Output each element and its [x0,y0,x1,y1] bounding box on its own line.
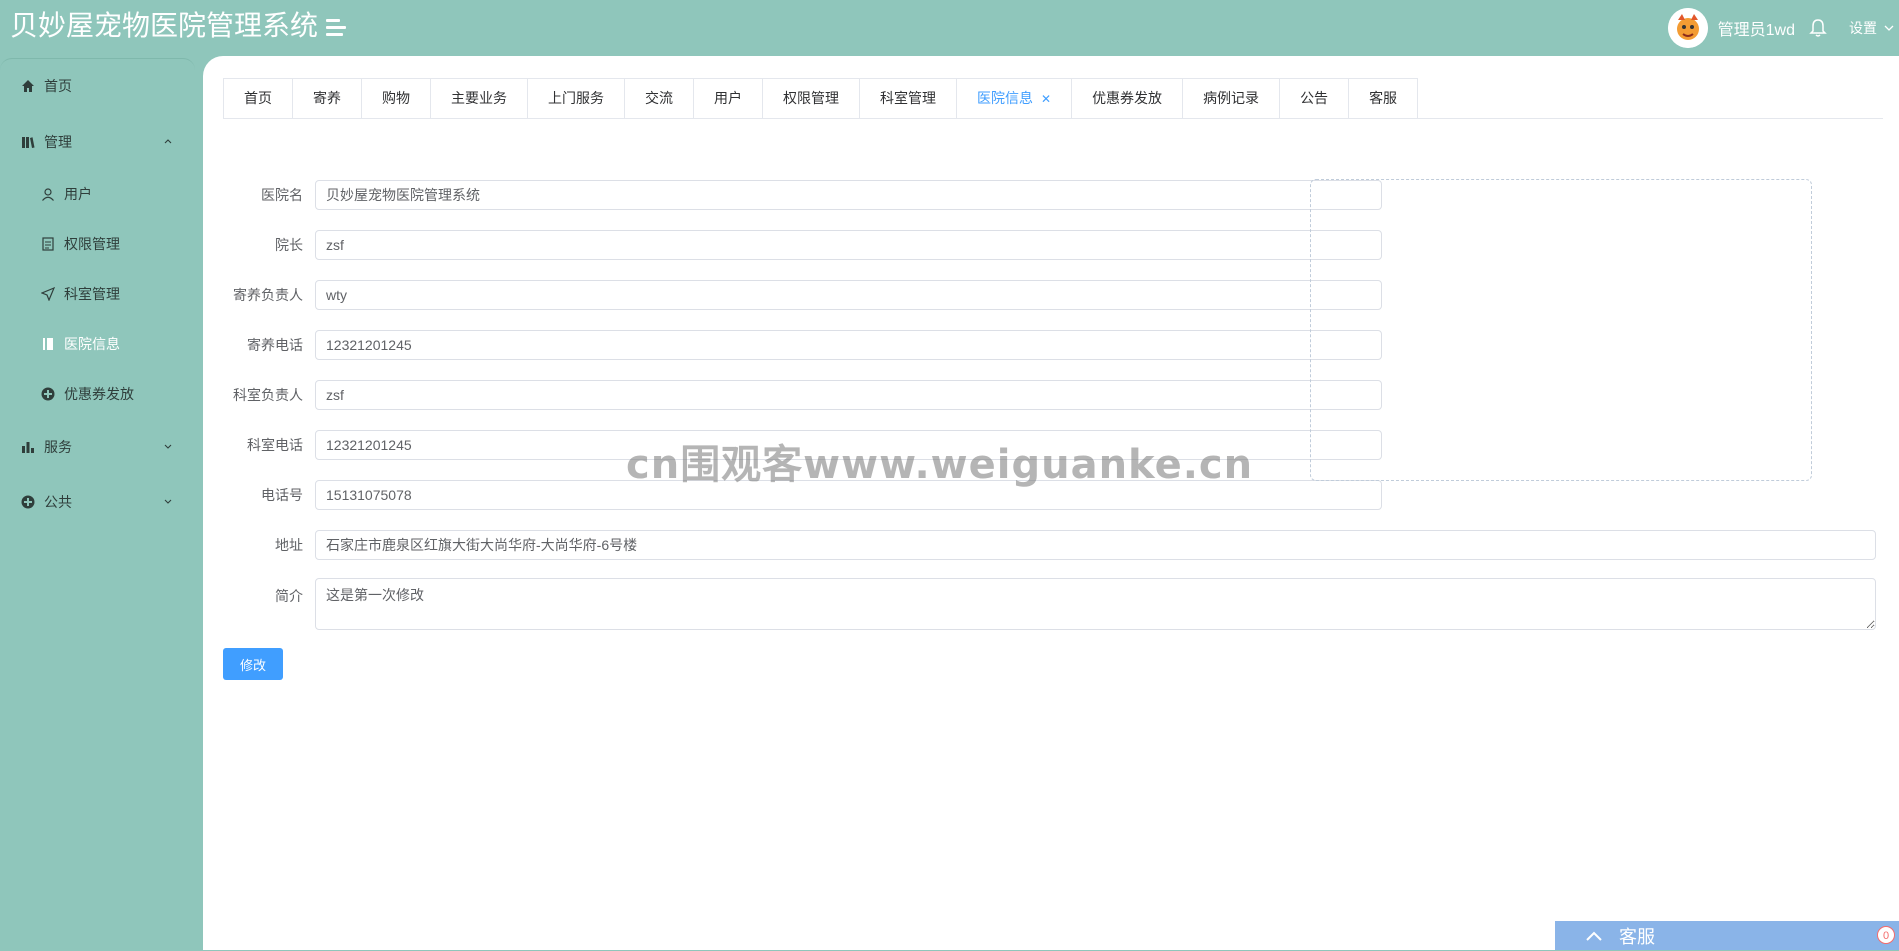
sidebar-item-label: 医院信息 [64,336,120,352]
foster-manager-input[interactable] [315,280,1382,310]
tab-permissions[interactable]: 权限管理 [763,79,860,118]
sidebar-item-label: 公共 [44,494,72,510]
username[interactable]: 管理员1wd [1718,16,1795,40]
tab-community[interactable]: 交流 [625,79,694,118]
sidebar-item-hospital-info[interactable]: 医院信息 [0,324,195,364]
foster-phone-input[interactable] [315,330,1382,360]
tab-case-records[interactable]: 病例记录 [1183,79,1281,118]
field-label: 寄养电话 [247,337,303,353]
tab-announcements[interactable]: 公告 [1280,79,1350,118]
tab-coupons[interactable]: 优惠券发放 [1072,79,1184,118]
field-label: 地址 [275,537,303,553]
notebook-icon [40,336,56,352]
sidebar: 首页 管理 用户 权限管理 科室管理 医院信息 优惠券发放 服务 公共 [0,58,195,951]
form-row-address: 地址 [223,529,1876,561]
form-row-hospital-name: 医院名 [223,179,1382,211]
chevron-down-icon[interactable] [1883,22,1895,34]
document-icon [40,236,56,252]
tab-home-service[interactable]: 上门服务 [528,79,625,118]
sidebar-item-label: 首页 [44,78,72,94]
image-upload-area[interactable] [1310,179,1812,481]
sidebar-item-coupons[interactable]: 优惠券发放 [0,374,195,414]
watermark: cn围观客www.weiguanke.cn [626,442,1254,488]
home-icon [20,78,36,94]
sidebar-item-users[interactable]: 用户 [0,174,195,214]
sidebar-item-departments[interactable]: 科室管理 [0,274,195,314]
field-label: 院长 [275,237,303,253]
field-label: 寄养负责人 [233,287,303,303]
address-input[interactable] [315,530,1876,560]
sidebar-item-label: 权限管理 [64,236,120,252]
top-header: 贝妙屋宠物医院管理系统 管理员1wd 设置 [0,0,1899,56]
form-row-intro: 简介 这是第一次修改 [223,578,1876,632]
submit-button[interactable]: 修改 [223,648,283,680]
intro-textarea[interactable]: 这是第一次修改 [315,578,1876,630]
unread-badge: 0 [1877,926,1895,944]
sidebar-item-label: 用户 [64,186,92,202]
sidebar-item-label: 优惠券发放 [64,386,134,402]
sidebar-item-services[interactable]: 服务 [0,427,195,467]
tab-bar: 首页 寄养 购物 主要业务 上门服务 交流 用户 权限管理 科室管理 医院信息 ✕… [223,78,1419,119]
customer-service-bar[interactable]: 客服 0 [1555,921,1899,950]
sidebar-item-permissions[interactable]: 权限管理 [0,224,195,264]
close-icon[interactable]: ✕ [1041,92,1051,106]
sidebar-item-home[interactable]: 首页 [0,66,195,106]
plus-circle-icon [40,386,56,402]
hospital-name-input[interactable] [315,180,1382,210]
main-panel: 首页 寄养 购物 主要业务 上门服务 交流 用户 权限管理 科室管理 医院信息 ✕… [203,56,1899,950]
sidebar-item-label: 服务 [44,439,72,455]
tab-users[interactable]: 用户 [694,79,763,118]
tab-foster[interactable]: 寄养 [293,79,362,118]
sidebar-item-public[interactable]: 公共 [0,482,195,522]
tab-hospital-info[interactable]: 医院信息 ✕ [957,79,1073,119]
user-area: 管理员1wd 设置 [1667,0,1899,56]
tab-departments[interactable]: 科室管理 [860,79,957,118]
menu-toggle-icon[interactable] [326,19,346,37]
chevron-down-icon [164,444,172,449]
tab-main-business[interactable]: 主要业务 [431,79,528,118]
chat-label: 客服 [1619,926,1655,947]
form-row-department-manager: 科室负责人 [223,379,1382,411]
field-label: 医院名 [261,187,303,203]
sidebar-item-manage[interactable]: 管理 [0,122,195,162]
field-label: 科室负责人 [233,387,303,403]
tab-customer-service[interactable]: 客服 [1349,79,1417,118]
form-row-foster-manager: 寄养负责人 [223,279,1382,311]
field-label: 科室电话 [247,437,303,453]
form-row-foster-phone: 寄养电话 [223,329,1382,361]
tab-divider [223,118,1883,119]
app-title: 贝妙屋宠物医院管理系统 [10,10,319,41]
chevron-up-icon [1586,931,1602,941]
avatar[interactable] [1667,8,1708,48]
sidebar-item-label: 科室管理 [64,286,120,302]
user-icon [40,186,56,202]
field-label: 简介 [275,588,303,604]
settings-menu[interactable]: 设置 [1849,18,1877,38]
director-input[interactable] [315,230,1382,260]
bar-chart-icon [20,439,36,455]
chevron-up-icon [164,139,172,144]
tab-label: 医院信息 [977,90,1033,106]
chevron-down-icon [164,499,172,504]
tab-home[interactable]: 首页 [224,79,293,118]
field-label: 电话号 [261,487,303,503]
bell-icon[interactable] [1809,18,1827,38]
plus-circle-icon [20,494,36,510]
department-manager-input[interactable] [315,380,1382,410]
book-icon [20,134,36,150]
tab-shopping[interactable]: 购物 [362,79,431,118]
send-icon [40,286,56,302]
sidebar-item-label: 管理 [44,134,72,150]
form-row-director: 院长 [223,229,1382,261]
